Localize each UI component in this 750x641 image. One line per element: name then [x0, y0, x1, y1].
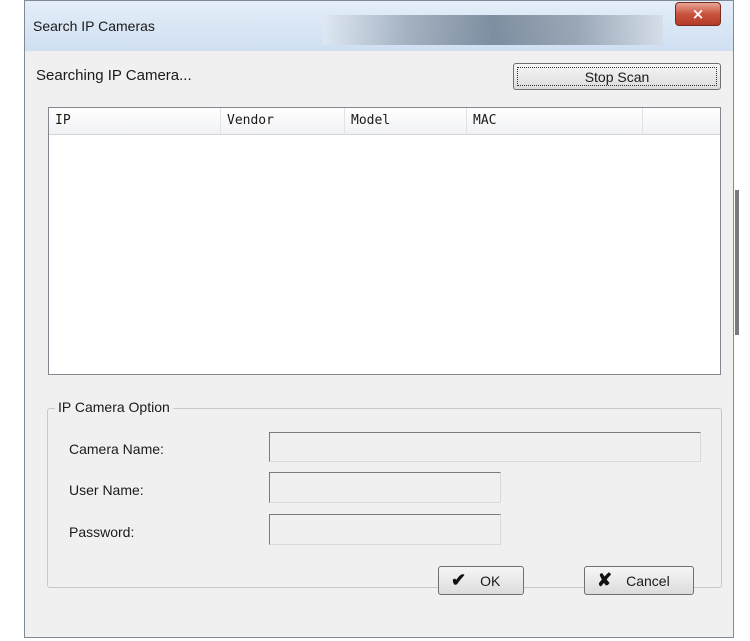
title-bar[interactable]: Search IP Cameras ×	[25, 1, 733, 51]
camera-name-label: Camera Name:	[69, 441, 164, 457]
camera-name-input[interactable]	[269, 432, 701, 462]
search-ip-cameras-dialog: Search IP Cameras × Searching IP Camera.…	[24, 0, 734, 638]
search-status-text: Searching IP Camera...	[36, 67, 192, 84]
column-header-model[interactable]: Model	[345, 108, 467, 134]
column-header-empty	[643, 108, 720, 134]
cancel-label: Cancel	[626, 572, 670, 589]
password-input[interactable]	[269, 514, 501, 545]
ok-label: OK	[480, 572, 501, 589]
user-name-label: User Name:	[69, 482, 144, 498]
dialog-body: Searching IP Camera... Stop Scan IP Vend…	[25, 51, 733, 637]
x-icon: ✘	[597, 570, 613, 590]
password-label: Password:	[69, 524, 135, 540]
camera-list[interactable]: IP Vendor Model MAC	[48, 107, 721, 375]
titlebar-background-image	[323, 15, 663, 45]
camera-list-body[interactable]	[49, 135, 720, 374]
window-title: Search IP Cameras	[33, 18, 155, 34]
ok-button[interactable]: ✔ OK	[438, 566, 524, 595]
stop-scan-button[interactable]: Stop Scan	[513, 63, 721, 90]
close-icon: ×	[691, 5, 705, 23]
column-header-ip[interactable]: IP	[49, 108, 221, 134]
close-button[interactable]: ×	[675, 2, 721, 26]
column-header-vendor[interactable]: Vendor	[221, 108, 345, 134]
camera-list-header: IP Vendor Model MAC	[49, 108, 720, 135]
cancel-button[interactable]: ✘ Cancel	[584, 566, 694, 595]
focus-rectangle: Stop Scan	[517, 67, 717, 86]
stop-scan-label: Stop Scan	[584, 68, 650, 85]
column-header-mac[interactable]: MAC	[467, 108, 643, 134]
ip-camera-option-legend: IP Camera Option	[55, 399, 173, 415]
user-name-input[interactable]	[269, 472, 501, 503]
checkmark-icon: ✔	[451, 570, 467, 590]
background-window-edge	[735, 190, 739, 335]
